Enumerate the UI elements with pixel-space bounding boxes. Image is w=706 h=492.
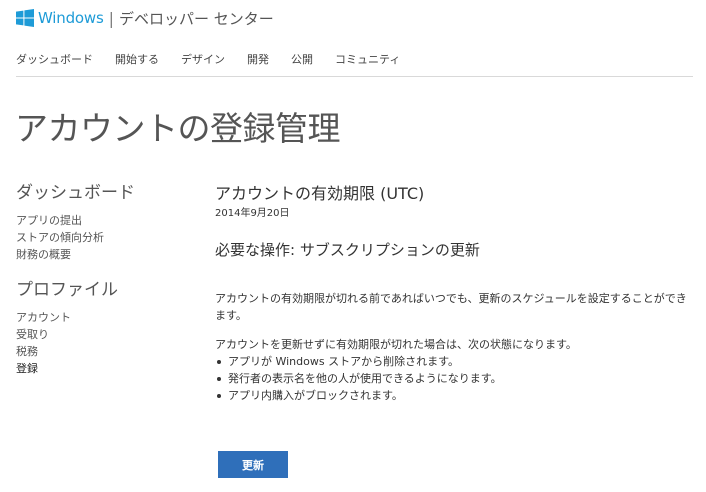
top-navigation: ダッシュボード 開始する デザイン 開発 公開 コミュニティ bbox=[16, 51, 422, 67]
expiry-consequence-paragraph: アカウントを更新せずに有効期限が切れた場合は、次の状態になります。 bbox=[215, 338, 577, 351]
windows-logo-icon bbox=[16, 9, 34, 27]
expiry-heading: アカウントの有効期限 (UTC) bbox=[215, 184, 425, 203]
nav-item-design[interactable]: デザイン bbox=[181, 51, 225, 67]
sidebar-heading-profile[interactable]: プロファイル bbox=[16, 279, 196, 301]
page-title: アカウントの登録管理 bbox=[15, 109, 341, 148]
sidebar-item-payout[interactable]: 受取り bbox=[16, 326, 196, 343]
action-heading: 必要な操作: サブスクリプションの更新 bbox=[215, 241, 480, 259]
brand-center-label: デベロッパー センター bbox=[118, 9, 274, 28]
renewal-info-paragraph: アカウントの有効期限が切れる前であればいつでも、更新のスケジュールを設定すること… bbox=[215, 292, 687, 322]
nav-item-get-started[interactable]: 開始する bbox=[115, 51, 159, 67]
sidebar-item-store-analytics[interactable]: ストアの傾向分析 bbox=[16, 229, 196, 246]
renew-button[interactable]: 更新 bbox=[218, 451, 288, 478]
consequence-list: アプリが Windows ストアから削除されます。 発行者の表示名を他の人が使用… bbox=[215, 353, 695, 404]
expiry-date: 2014年9月20日 bbox=[215, 208, 290, 219]
list-item: アプリ内購入がブロックされます。 bbox=[215, 387, 695, 404]
brand-header[interactable]: Windows | デベロッパー センター bbox=[16, 8, 274, 28]
list-item: アプリが Windows ストアから削除されます。 bbox=[215, 353, 695, 370]
sidebar: ダッシュボード アプリの提出 ストアの傾向分析 財務の概要 プロファイル アカウ… bbox=[16, 182, 196, 377]
sidebar-heading-dashboard[interactable]: ダッシュボード bbox=[16, 182, 196, 204]
sidebar-list-profile: アカウント 受取り 税務 登録 bbox=[16, 309, 196, 377]
sidebar-item-financial-summary[interactable]: 財務の概要 bbox=[16, 246, 196, 263]
nav-item-develop[interactable]: 開発 bbox=[247, 51, 269, 67]
brand-windows-label: Windows bbox=[38, 9, 104, 27]
nav-divider bbox=[16, 76, 693, 77]
nav-item-community[interactable]: コミュニティ bbox=[335, 51, 400, 67]
brand-separator: | bbox=[108, 8, 114, 28]
sidebar-item-registration[interactable]: 登録 bbox=[16, 360, 196, 377]
nav-item-publish[interactable]: 公開 bbox=[291, 51, 313, 67]
sidebar-group-profile: プロファイル アカウント 受取り 税務 登録 bbox=[16, 279, 196, 377]
sidebar-list-dashboard: アプリの提出 ストアの傾向分析 財務の概要 bbox=[16, 212, 196, 263]
sidebar-group-dashboard: ダッシュボード アプリの提出 ストアの傾向分析 財務の概要 bbox=[16, 182, 196, 263]
sidebar-item-app-submission[interactable]: アプリの提出 bbox=[16, 212, 196, 229]
sidebar-item-account[interactable]: アカウント bbox=[16, 309, 196, 326]
nav-item-dashboard[interactable]: ダッシュボード bbox=[16, 51, 93, 67]
sidebar-item-tax[interactable]: 税務 bbox=[16, 343, 196, 360]
main-content: アカウントの有効期限 (UTC) 2014年9月20日 必要な操作: サブスクリ… bbox=[215, 183, 695, 404]
list-item: 発行者の表示名を他の人が使用できるようになります。 bbox=[215, 370, 695, 387]
